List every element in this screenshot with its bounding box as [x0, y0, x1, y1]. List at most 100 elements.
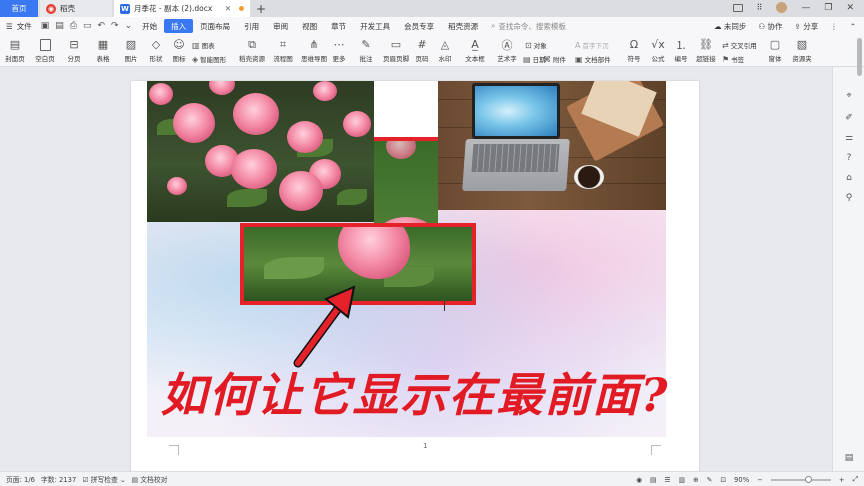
- close-icon[interactable]: ✕: [846, 3, 854, 13]
- proofread-button[interactable]: ▤ 文档校对: [132, 474, 168, 484]
- drop-cap-button[interactable]: A 首字下沉: [575, 39, 608, 51]
- page-number-button[interactable]: # 页码: [412, 35, 432, 67]
- file-menu[interactable]: ☰ 文件: [0, 21, 38, 32]
- flowchart-button[interactable]: ⌗ 流程图: [271, 35, 295, 67]
- dropdown-icon[interactable]: ⌄: [122, 21, 136, 31]
- web-view-icon[interactable]: ⊕: [693, 476, 699, 484]
- menu-view[interactable]: 视图: [295, 19, 324, 33]
- cover-page-button[interactable]: ▤ 封面页: [4, 35, 26, 67]
- shape-button[interactable]: ◇ 形状: [145, 35, 167, 67]
- sync-button[interactable]: ☁ 未同步: [714, 21, 746, 32]
- menu-daoke-resources[interactable]: 稻壳资源: [441, 19, 485, 33]
- menu-review[interactable]: 审阅: [266, 19, 295, 33]
- wordart-button[interactable]: Ⓐ 艺术字: [494, 35, 520, 67]
- comment-button[interactable]: ✎ 批注: [356, 35, 376, 67]
- chart-button[interactable]: ▥ 图表: [192, 39, 215, 51]
- menu-member[interactable]: 会员专享: [397, 19, 441, 33]
- avatar[interactable]: [776, 2, 788, 13]
- sidebar-bottom-icon[interactable]: ▤: [844, 453, 854, 463]
- pen-tool-icon[interactable]: ✐: [844, 113, 854, 123]
- attachment-button[interactable]: ⌘ 附件: [543, 53, 566, 65]
- more-menu-icon[interactable]: ⋮: [830, 22, 838, 31]
- zoom-in-icon[interactable]: +: [839, 476, 845, 484]
- grid-icon[interactable]: ⠿: [757, 3, 763, 12]
- comment-icon: ✎: [361, 38, 371, 51]
- vertical-scrollbar[interactable]: [857, 38, 862, 76]
- preview-icon[interactable]: ▭: [80, 21, 95, 31]
- tab-document[interactable]: W 月季花 - 副本 (2).docx ✕: [114, 0, 250, 17]
- minimize-icon[interactable]: —: [801, 3, 810, 13]
- save-icon[interactable]: ▣: [38, 21, 53, 31]
- header-footer-button[interactable]: ▭ 页眉页脚: [381, 35, 411, 67]
- collab-button[interactable]: ⚇ 协作: [758, 21, 782, 32]
- open-icon[interactable]: ▤: [52, 21, 67, 31]
- picture-button[interactable]: ▨ 图片: [120, 35, 142, 67]
- menu-references[interactable]: 引用: [237, 19, 266, 33]
- reading-view-icon[interactable]: ▥: [679, 476, 685, 484]
- resource-button[interactable]: ⧉ 稻壳资源: [237, 35, 267, 67]
- word-count[interactable]: 字数: 2137: [41, 474, 76, 484]
- menu-insert[interactable]: 插入: [164, 19, 194, 33]
- icons-button[interactable]: ☺ 图标: [168, 35, 190, 67]
- zoom-level[interactable]: 90%: [734, 476, 749, 484]
- document-canvas[interactable]: 如何让它显示在最前面? 1: [0, 67, 864, 471]
- page-break-button[interactable]: ⊟ 分页: [63, 35, 85, 67]
- location-icon[interactable]: ⚲: [844, 193, 854, 203]
- textbox-button[interactable]: A̲ 文本框: [462, 35, 488, 67]
- tab-close-icon[interactable]: ✕: [225, 4, 231, 13]
- watermark-button[interactable]: ◬ 水印: [435, 35, 455, 67]
- form-button[interactable]: ▢ 窗体: [765, 35, 785, 67]
- page-number-label: 页码: [415, 55, 429, 63]
- document-page[interactable]: 如何让它显示在最前面? 1: [131, 81, 699, 471]
- menu-sections[interactable]: 章节: [324, 19, 353, 33]
- page-indicator[interactable]: 页面: 1/6: [6, 474, 35, 484]
- hyperlink-button[interactable]: ⛓ 超链接: [695, 35, 717, 67]
- roses-bush-image[interactable]: [147, 81, 374, 222]
- redo-icon[interactable]: ↷: [108, 21, 122, 31]
- icons-icon: ☺: [173, 38, 185, 51]
- smart-shape-button[interactable]: ◈ 智能图形: [192, 53, 226, 65]
- spell-check-toggle[interactable]: ☑ 拼写检查 ⌄: [82, 474, 125, 484]
- mindmap-button[interactable]: ⋔ 思维导图: [299, 35, 329, 67]
- formula-button[interactable]: √x 公式: [648, 35, 668, 67]
- menu-developer[interactable]: 开发工具: [353, 19, 397, 33]
- layout-icon[interactable]: [732, 3, 743, 12]
- menu-page-layout[interactable]: 页面布局: [193, 19, 237, 33]
- fullscreen-icon[interactable]: ⤢: [853, 475, 858, 484]
- more-button[interactable]: ⋯ 更多: [329, 35, 349, 67]
- command-search[interactable]: ⌕ 查找命令、搜索模板: [491, 21, 566, 32]
- new-tab-button[interactable]: +: [256, 2, 266, 16]
- fit-page-icon[interactable]: ⊡: [720, 476, 726, 484]
- cross-ref-button[interactable]: ⇄ 交叉引用: [722, 39, 757, 51]
- check-icon: ☑: [82, 476, 89, 484]
- single-rose-image-top[interactable]: [374, 141, 438, 225]
- table-button[interactable]: ▦ 表格: [92, 35, 114, 67]
- share-button[interactable]: ⇪ 分享: [795, 21, 819, 32]
- tab-home[interactable]: 首页: [0, 0, 38, 17]
- format-icon[interactable]: ⌂: [844, 173, 854, 183]
- select-tool-icon[interactable]: ⌖: [844, 91, 854, 101]
- page-view-icon[interactable]: ▤: [650, 476, 656, 484]
- adjust-icon[interactable]: ⚌: [844, 133, 854, 143]
- bookmark-button[interactable]: ⚑ 书签: [722, 53, 744, 65]
- collapse-ribbon-icon[interactable]: ⌃: [850, 22, 856, 31]
- zoom-slider-knob[interactable]: [804, 475, 812, 483]
- undo-icon[interactable]: ↶: [94, 21, 108, 31]
- blank-page-button[interactable]: 空白页: [34, 35, 56, 67]
- print-icon[interactable]: ⎙: [67, 21, 80, 31]
- help-icon[interactable]: ?: [844, 153, 854, 163]
- symbol-button[interactable]: Ω 符号: [624, 35, 644, 67]
- tab-daoke[interactable]: ◉ 稻壳: [40, 0, 112, 17]
- numbering-button[interactable]: ⒈ 编号: [671, 35, 691, 67]
- object-button[interactable]: ⊡ 对象: [525, 39, 547, 51]
- doc-parts-button[interactable]: ▣ 文档部件: [575, 53, 611, 65]
- menu-start[interactable]: 开始: [135, 19, 164, 33]
- laptop-desk-image[interactable]: [438, 81, 666, 210]
- resource-folder-button[interactable]: ▧ 资源夹: [789, 35, 815, 67]
- eye-protection-icon[interactable]: ◉: [636, 476, 642, 484]
- outline-view-icon[interactable]: ☰: [664, 476, 670, 484]
- zoom-slider[interactable]: [770, 475, 831, 483]
- write-view-icon[interactable]: ✎: [707, 476, 713, 484]
- restore-icon[interactable]: ❐: [824, 3, 832, 13]
- zoom-out-icon[interactable]: −: [757, 476, 763, 484]
